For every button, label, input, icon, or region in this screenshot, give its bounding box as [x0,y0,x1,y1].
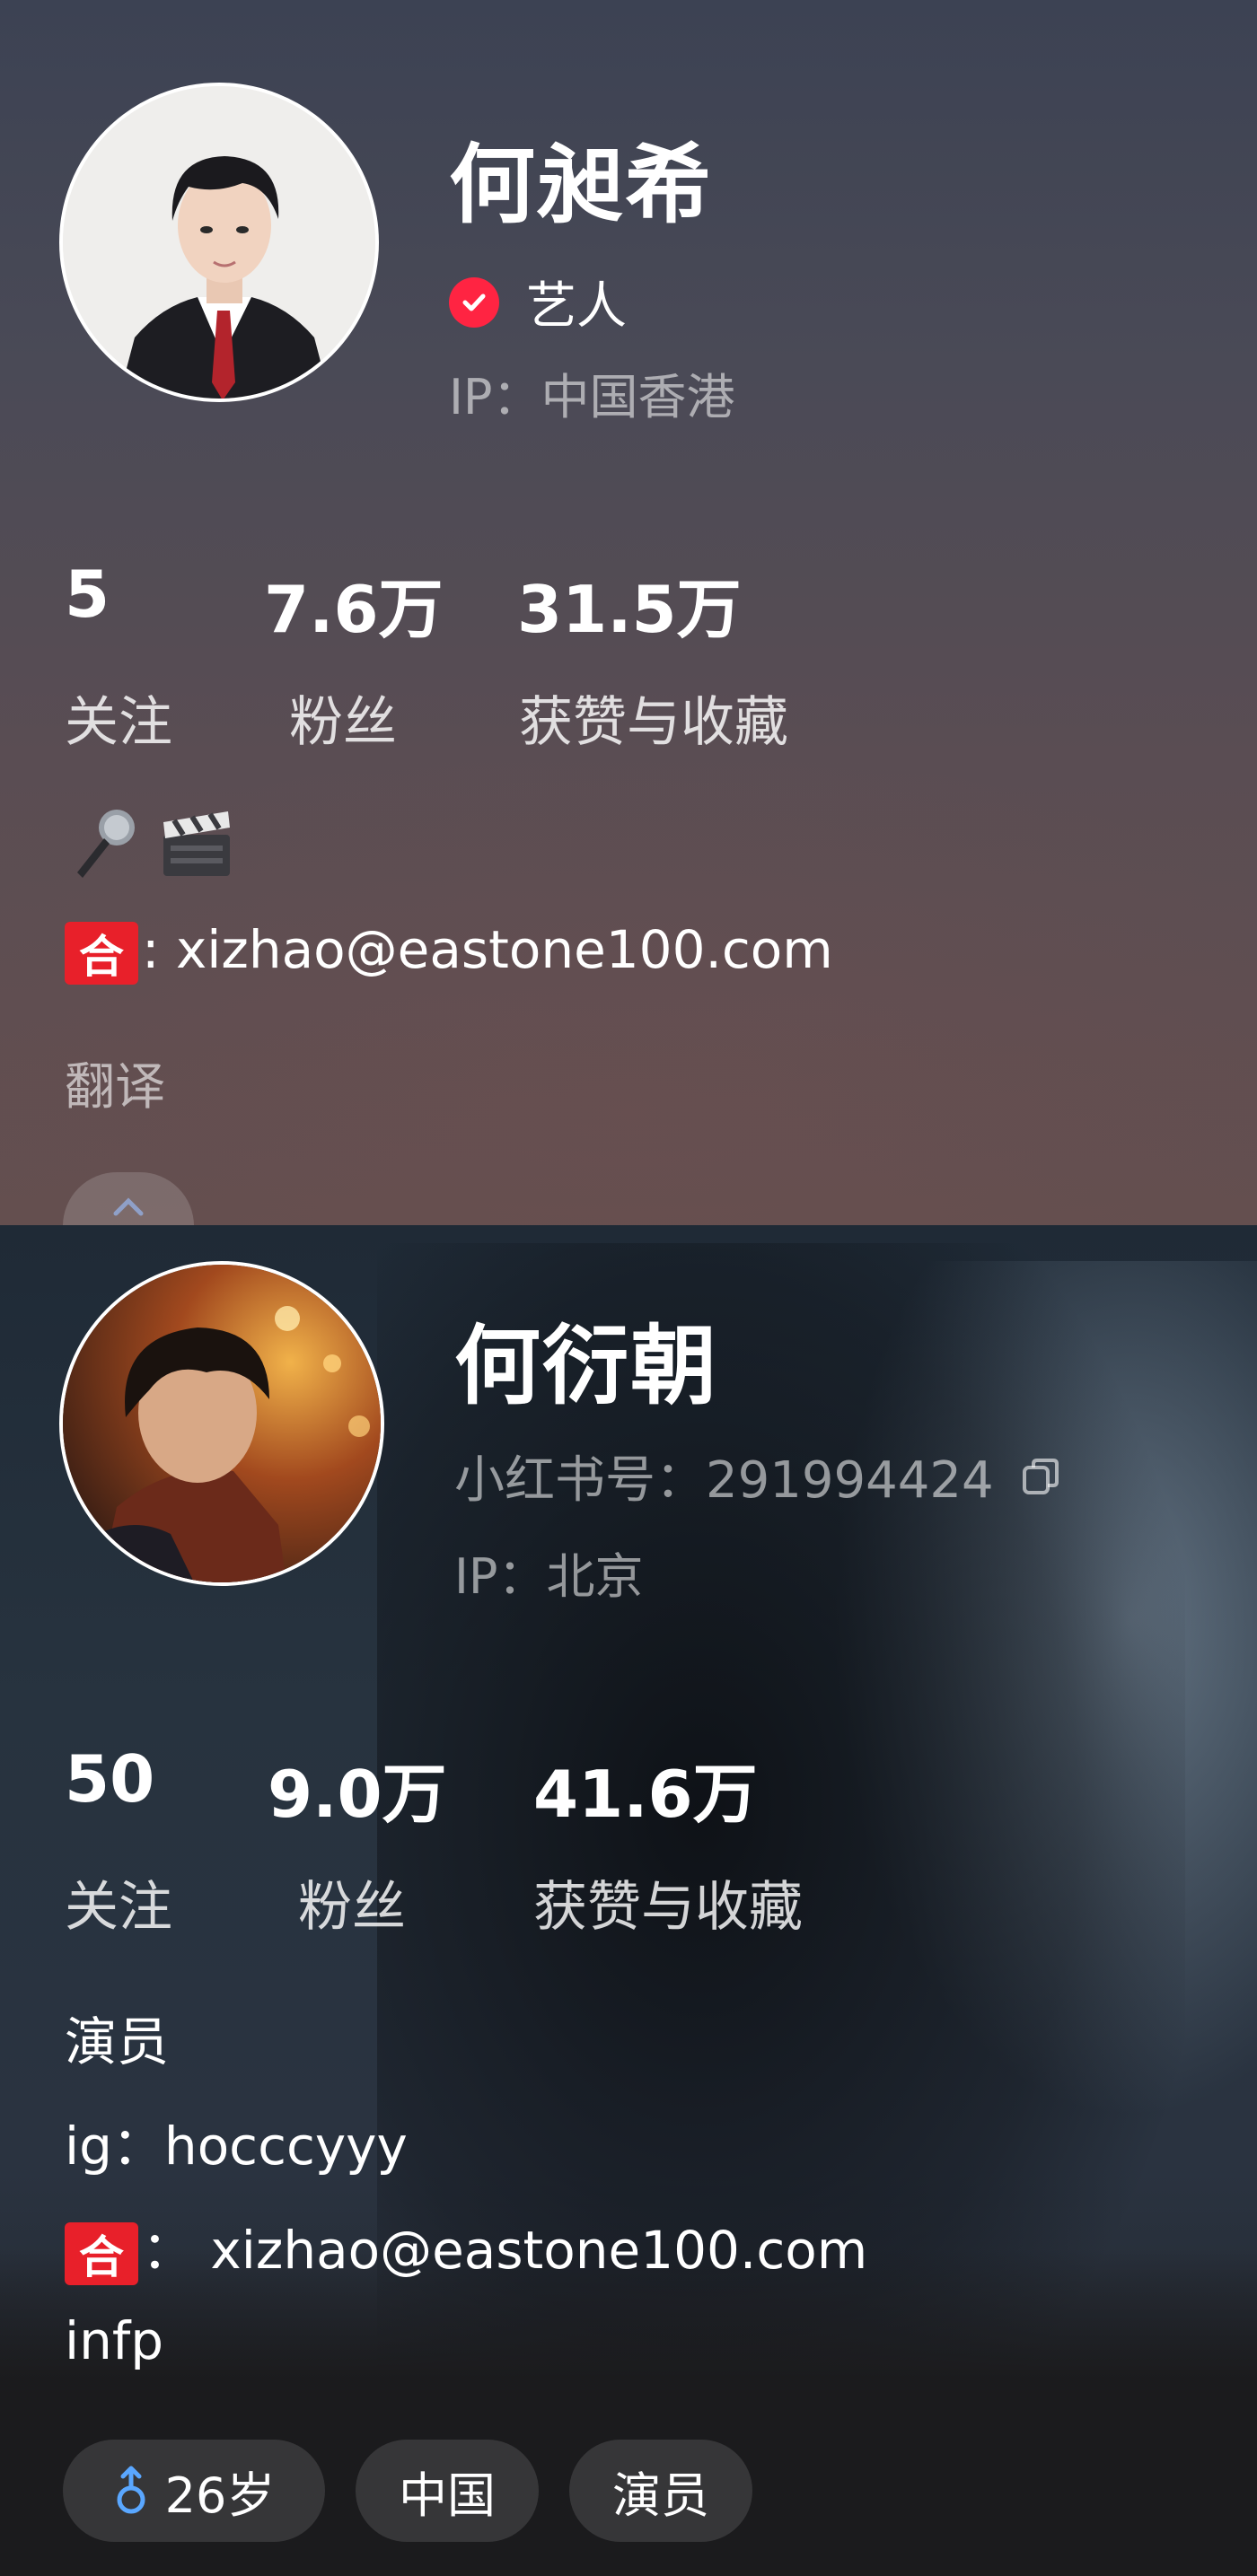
bio-line-instagram: ig：hocccyyy [65,2116,408,2177]
copy-icon[interactable] [1021,1457,1060,1496]
bio-contact: 合: xizhao@eastone100.com [65,919,833,985]
xiaohongshu-id-row: 小红书号：291994424 [454,1440,1060,1512]
following-label[interactable]: 关注 [65,1863,172,1941]
profile-avatar[interactable] [59,83,379,402]
verified-row: 艺人 [449,266,627,338]
profile-name: 何衍朝 [454,1316,718,1416]
likes-collects-label[interactable]: 获赞与收藏 [519,679,788,757]
bio-line-occupation: 演员 [65,2011,170,2072]
tag-occupation[interactable]: 演员 [569,2440,752,2542]
following-label[interactable]: 关注 [65,679,172,757]
translate-button[interactable]: 翻译 [65,1047,165,1119]
tag-age-label: 26岁 [164,2466,276,2524]
bio-contact: 合： xizhao@eastone100.com [65,2208,867,2285]
ip-location: IP：中国香港 [449,369,735,425]
followers-count[interactable]: 9.0万 [268,1741,447,1836]
microphone-icon [65,804,142,881]
following-count[interactable]: 5 [65,556,110,632]
profile-panel-1: 何昶希 艺人 IP：中国香港 5 7.6万 31.5万 关注 粉丝 获赞与收藏 [0,0,1257,1225]
contact-email: : xizhao@eastone100.com [142,919,833,980]
male-icon [113,2466,149,2516]
followers-label[interactable]: 粉丝 [298,1863,406,1941]
followers-count[interactable]: 7.6万 [264,556,444,651]
followers-label[interactable]: 粉丝 [289,679,397,757]
likes-collects-label[interactable]: 获赞与收藏 [533,1863,803,1941]
tag-occupation-label: 演员 [612,2466,709,2524]
verified-label: 艺人 [526,277,627,336]
bio-emojis [65,804,235,881]
tag-country-label: 中国 [399,2466,496,2524]
tag-age[interactable]: 26岁 [63,2440,325,2542]
avatar-portrait [63,86,375,399]
cooperation-badge: 合 [65,921,138,985]
cooperation-badge: 合 [65,2221,138,2285]
tag-country[interactable]: 中国 [356,2440,539,2542]
profile-name: 何昶希 [449,135,713,235]
following-count[interactable]: 50 [65,1741,154,1817]
clapper-board-icon [158,804,235,881]
avatar-portrait [63,1265,381,1582]
contact-email: ： xizhao@eastone100.com [142,2220,868,2281]
likes-collects-count[interactable]: 41.6万 [533,1741,758,1836]
verified-check-icon [449,276,499,328]
bio-line-mbti: infp [65,2310,164,2371]
ip-location: IP：北京 [454,1548,644,1605]
likes-collects-count[interactable]: 31.5万 [517,556,742,651]
profile-avatar[interactable] [59,1261,384,1586]
chevron-up-icon [113,1197,144,1216]
xiaohongshu-id: 小红书号：291994424 [454,1451,994,1510]
